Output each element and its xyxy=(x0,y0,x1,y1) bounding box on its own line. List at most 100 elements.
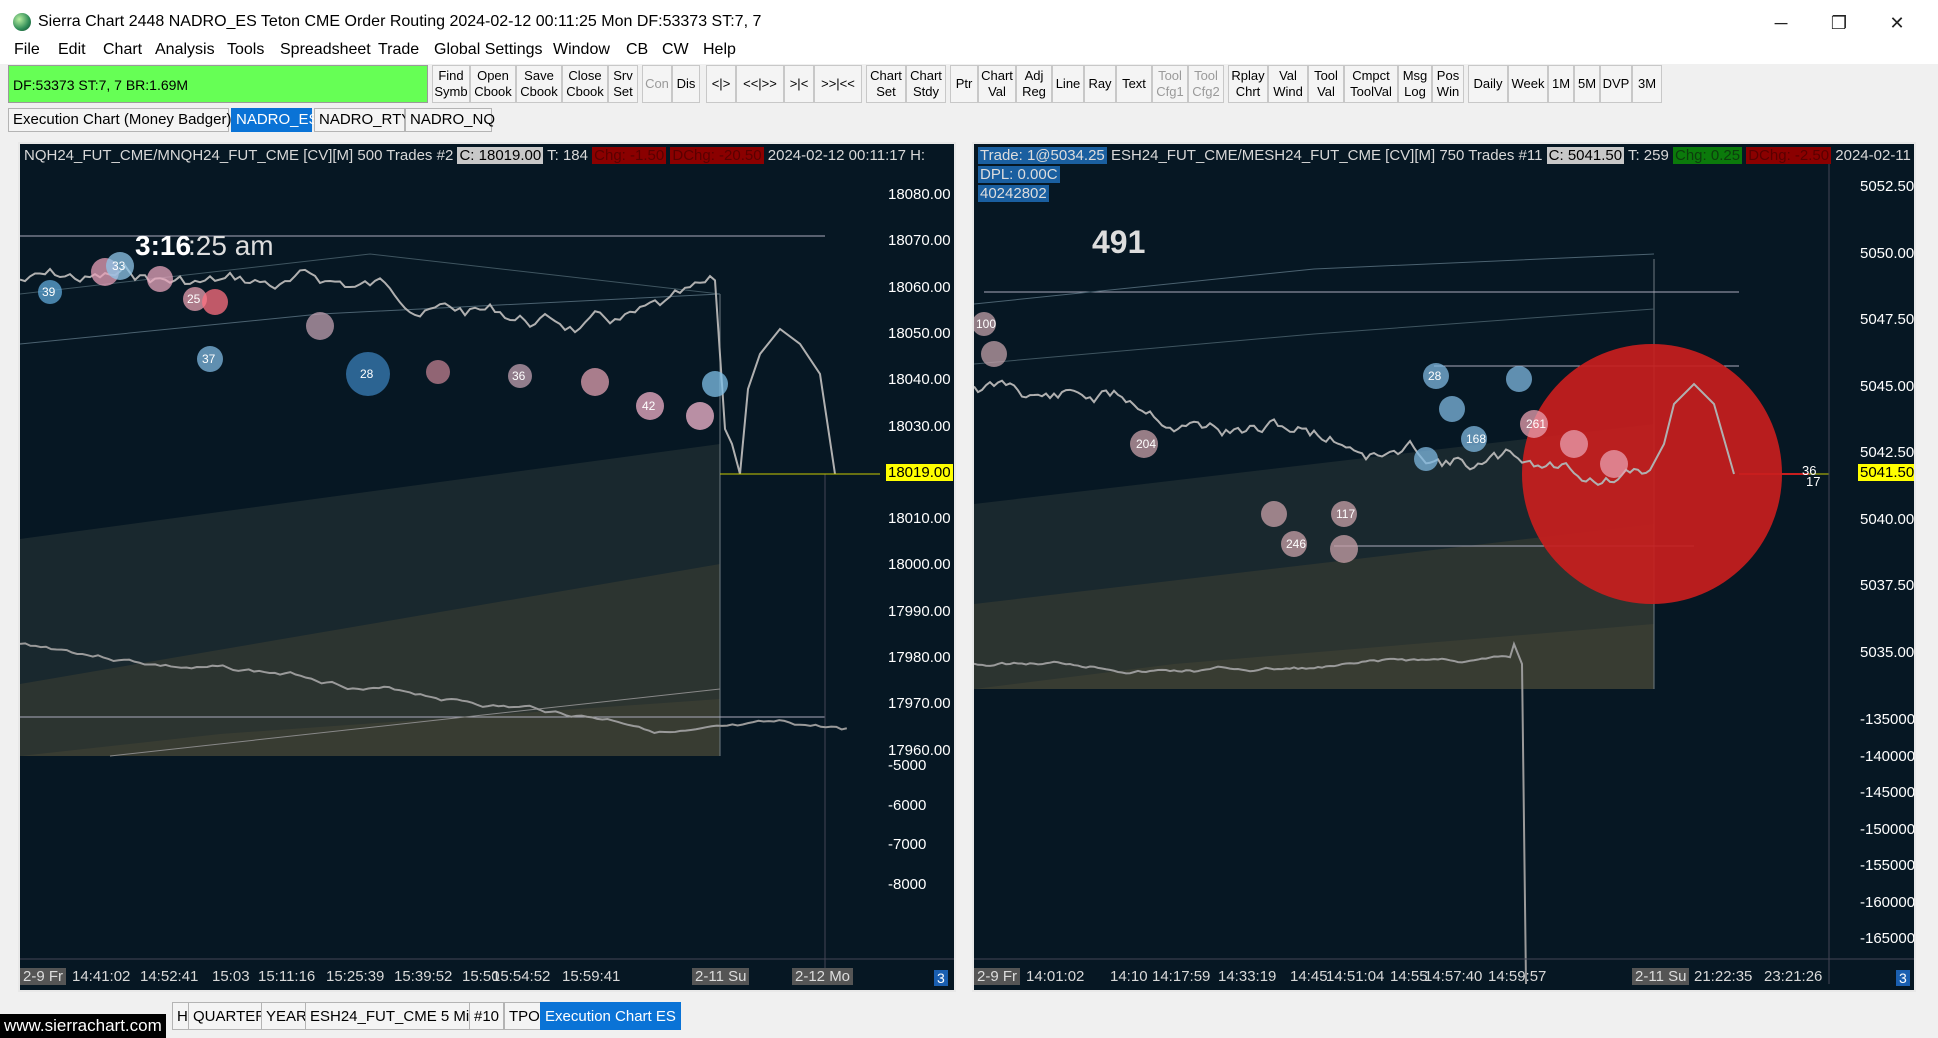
time-tick-label: 14:59:57 xyxy=(1488,968,1547,985)
price-tick-label: 18070.00 xyxy=(888,232,951,250)
time-tick-label: 14:10 xyxy=(1110,968,1148,985)
menu-spreadsheet[interactable]: Spreadsheet xyxy=(280,41,371,59)
toolbar-button[interactable]: Tool Cfg2 xyxy=(1188,65,1224,103)
menu-cb[interactable]: CB xyxy=(626,41,648,59)
toolbar-button[interactable]: <<|>> xyxy=(736,65,784,103)
menu-tools[interactable]: Tools xyxy=(227,41,264,59)
trade-bubble xyxy=(581,368,609,396)
menu-trade[interactable]: Trade xyxy=(378,41,419,59)
right-chart-window[interactable]: 100 204 246 117 28 168 261 Trade: 1@5034.25 ES… xyxy=(972,142,1916,992)
menu-window[interactable]: Window xyxy=(553,41,610,59)
toolbar-button[interactable]: Adj Reg xyxy=(1016,65,1052,103)
price-tick-label: 5035.00 xyxy=(1860,643,1915,661)
menu-global-settings[interactable]: Global Settings xyxy=(434,41,543,59)
right-trades: T: 259 xyxy=(1627,147,1669,164)
toolbar-button[interactable]: Text xyxy=(1116,65,1152,103)
trade-bubble xyxy=(1261,501,1287,527)
tab-quarter[interactable]: QUARTER xyxy=(188,1002,272,1030)
toolbar-button[interactable]: Ray xyxy=(1084,65,1116,103)
bubble-label: 33 xyxy=(112,259,126,273)
bubble-label: 39 xyxy=(42,285,56,299)
right-symbol: ESH24_FUT_CME/MESH24_FUT_CME [CV][M] 750… xyxy=(1110,147,1543,164)
left-chart-plot[interactable]: 39 33 25 37 28 36 42 xyxy=(20,144,954,990)
toolbar-button[interactable]: >>|<< xyxy=(814,65,862,103)
toolbar-button[interactable]: >|< xyxy=(784,65,814,103)
left-chart-window[interactable]: 39 33 25 37 28 36 42 NQH24_FUT_CME/MNQH24_FUT_… xyxy=(18,142,956,992)
price-tick-label: 5050.00 xyxy=(1860,244,1915,262)
toolbar-button[interactable]: 1M xyxy=(1548,65,1574,103)
trade-bubble xyxy=(1560,430,1588,458)
price-tick-label: 5045.00 xyxy=(1860,377,1915,395)
right-chart-plot[interactable]: 100 204 246 117 28 168 261 xyxy=(974,144,1914,990)
menu-chart[interactable]: Chart xyxy=(103,41,142,59)
toolbar-button[interactable]: Chart Stdy xyxy=(906,65,946,103)
price-tick-label: 17990.00 xyxy=(888,602,951,620)
toolbar-button[interactable]: <|> xyxy=(706,65,736,103)
right-dchg: DChg: -2.50 xyxy=(1746,147,1832,164)
subgraph-tick-label: -5000 xyxy=(888,757,927,774)
toolbar-button[interactable]: Open Cbook xyxy=(470,65,516,103)
time-tick-label: 2-9 Fr xyxy=(974,968,1021,985)
toolbar-button[interactable]: Week xyxy=(1508,65,1548,103)
menu-cw[interactable]: CW xyxy=(662,41,689,59)
time-tick-label: 2-12 Mo xyxy=(792,968,854,985)
tab-nadro-es[interactable]: NADRO_ES xyxy=(231,108,319,132)
toolbar-button[interactable]: Pos Win xyxy=(1432,65,1464,103)
toolbar-button[interactable]: 3M xyxy=(1632,65,1662,103)
toolbar-button[interactable]: Dis xyxy=(672,65,700,103)
tab-esh24-5min[interactable]: ESH24_FUT_CME 5 Min xyxy=(305,1002,483,1030)
price-tick-label: 18000.00 xyxy=(888,556,951,574)
menu-analysis[interactable]: Analysis xyxy=(155,41,215,59)
toolbar-button[interactable]: DVP xyxy=(1600,65,1632,103)
price-tick-label: 18010.00 xyxy=(888,510,951,528)
bubble-label: 261 xyxy=(1526,417,1546,431)
toolbar-button[interactable]: Tool Cfg1 xyxy=(1152,65,1188,103)
subgraph-tick-label: -145000 xyxy=(1860,784,1916,801)
right-close: C: 5041.50 xyxy=(1546,147,1625,164)
bubble-label: 204 xyxy=(1136,437,1156,451)
toolbar-button[interactable]: Line xyxy=(1052,65,1084,103)
toolbar-button[interactable]: Ptr xyxy=(950,65,978,103)
menu-help[interactable]: Help xyxy=(703,41,736,59)
subgraph-tick-label: -8000 xyxy=(888,875,927,893)
toolbar-button[interactable]: 5M xyxy=(1574,65,1600,103)
price-tick-label: 5037.50 xyxy=(1860,577,1915,594)
connection-status: DF:53373 ST:7, 7 BR:1.69M xyxy=(8,65,428,103)
price-tick-label: 18050.00 xyxy=(888,324,951,342)
price-tick-label: 18040.00 xyxy=(888,371,951,389)
tab-execution-chart[interactable]: Execution Chart (Money Badger) xyxy=(8,108,231,132)
tab-execution-chart-es[interactable]: Execution Chart ES xyxy=(540,1002,681,1030)
left-close: C: 18019.00 xyxy=(457,147,544,164)
menu-file[interactable]: File xyxy=(14,41,40,59)
tab-10[interactable]: #10 xyxy=(469,1002,505,1030)
toolbar-button[interactable]: Daily xyxy=(1468,65,1508,103)
toolbar-button[interactable]: Rplay Chrt xyxy=(1228,65,1268,103)
right-trade: Trade: 1@5034.25 xyxy=(978,147,1107,164)
tab-nadro-rty[interactable]: NADRO_RTY xyxy=(314,108,411,132)
toolbar-button[interactable]: Chart Set xyxy=(866,65,906,103)
bubble-label: 100 xyxy=(976,317,996,331)
toolbar-button[interactable]: Save Cbook xyxy=(516,65,562,103)
subgraph-tick-label: -7000 xyxy=(888,836,927,853)
tab-nadro-nq[interactable]: NADRO_NQ xyxy=(405,108,495,132)
toolbar-button[interactable]: Tool Val xyxy=(1308,65,1344,103)
bubble-label: 36 xyxy=(512,369,526,383)
left-chg: Chg: -1.50 xyxy=(592,147,667,164)
right-datetime: 2024-02-11 xyxy=(1835,147,1911,164)
toolbar-button[interactable]: Val Wind xyxy=(1268,65,1308,103)
sierra-chart-icon xyxy=(13,13,31,31)
time-tick-label: 15:39:52 xyxy=(394,968,453,985)
right-chg: Chg: 0.25 xyxy=(1673,147,1743,164)
toolbar-button[interactable]: Chart Val xyxy=(978,65,1016,103)
toolbar-button[interactable]: Close Cbook xyxy=(562,65,608,103)
toolbar-button[interactable]: Cmpct ToolVal xyxy=(1344,65,1398,103)
toolbar-button[interactable]: Con xyxy=(642,65,672,103)
menu-edit[interactable]: Edit xyxy=(58,41,86,59)
left-clock-big: 3:16 xyxy=(135,230,192,261)
time-tick-label: 15:25:39 xyxy=(326,968,385,985)
tab-tpo[interactable]: TPO xyxy=(504,1002,545,1030)
toolbar-button[interactable]: Msg Log xyxy=(1398,65,1432,103)
bubble-label: 25 xyxy=(187,292,201,306)
toolbar-button[interactable]: Srv Set xyxy=(608,65,638,103)
toolbar-button[interactable]: Find Symb xyxy=(432,65,470,103)
